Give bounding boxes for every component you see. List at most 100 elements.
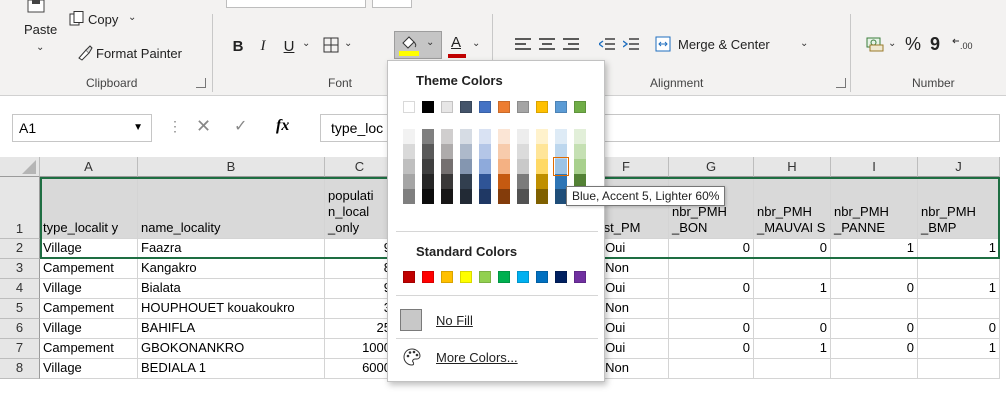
table-cell[interactable]: 1 (918, 239, 1000, 259)
row-header[interactable]: 5 (0, 299, 40, 319)
theme-shade-swatch[interactable] (441, 189, 453, 204)
column-header-h[interactable]: H (754, 157, 831, 177)
theme-shade-swatch[interactable] (517, 189, 529, 204)
theme-shade-swatch[interactable] (536, 189, 548, 204)
comma-style-button[interactable]: 9 (928, 33, 942, 55)
italic-button[interactable]: I (256, 36, 270, 56)
theme-shade-swatch[interactable] (422, 144, 434, 159)
theme-shade-swatch[interactable] (479, 174, 491, 189)
name-box[interactable]: A1 ▼ (12, 114, 152, 142)
table-cell[interactable]: Campement (40, 339, 138, 359)
header-cell[interactable]: nbr_PMH _MAUVAI S (754, 177, 831, 239)
merge-center-dropdown-icon[interactable]: ⌄ (800, 38, 808, 49)
theme-color-swatch[interactable] (403, 101, 415, 113)
theme-shade-swatch[interactable] (403, 174, 415, 189)
theme-shade-swatch[interactable] (422, 159, 434, 174)
accounting-format-icon[interactable] (866, 35, 884, 53)
column-header-g[interactable]: G (669, 157, 754, 177)
font-color-button[interactable]: A (448, 33, 464, 51)
table-cell[interactable]: Campement (40, 259, 138, 279)
theme-shade-swatch[interactable] (574, 159, 586, 174)
insert-function-icon[interactable]: fx (276, 117, 289, 135)
table-cell[interactable]: BEDIALA 1 (138, 359, 325, 379)
theme-shade-swatch[interactable] (460, 174, 472, 189)
row-header[interactable]: 8 (0, 359, 40, 379)
table-cell[interactable]: Bialata (138, 279, 325, 299)
table-cell[interactable]: BAHIFLA (138, 319, 325, 339)
theme-shade-swatch[interactable] (574, 144, 586, 159)
theme-shade-swatch[interactable] (536, 159, 548, 174)
copy-dropdown-icon[interactable]: ⌄ (128, 12, 136, 23)
theme-shade-swatch[interactable] (574, 129, 586, 144)
name-box-dropdown-icon[interactable]: ▼ (133, 122, 143, 133)
align-right-icon[interactable] (562, 35, 580, 53)
theme-shade-swatch[interactable] (479, 129, 491, 144)
table-cell[interactable] (669, 359, 754, 379)
table-cell[interactable] (831, 259, 918, 279)
table-cell[interactable] (831, 299, 918, 319)
row-header[interactable]: 3 (0, 259, 40, 279)
table-cell[interactable]: 0 (669, 279, 754, 299)
more-colors-option[interactable]: More Colors... (396, 344, 598, 370)
column-header-i[interactable]: I (831, 157, 918, 177)
theme-color-swatch[interactable] (574, 101, 586, 113)
theme-color-swatch[interactable] (422, 101, 434, 113)
increase-indent-icon[interactable] (622, 35, 640, 53)
fill-color-button[interactable]: ⌄ (394, 31, 442, 59)
header-cell[interactable]: name_locality (138, 177, 325, 239)
table-cell[interactable]: 8 (325, 259, 395, 279)
row-header[interactable]: 1 (0, 177, 40, 239)
theme-shade-swatch[interactable] (441, 159, 453, 174)
theme-shade-swatch[interactable] (441, 174, 453, 189)
theme-shade-swatch[interactable] (498, 174, 510, 189)
column-header-b[interactable]: B (138, 157, 325, 177)
table-cell[interactable]: 0 (669, 239, 754, 259)
paste-icon[interactable] (26, 0, 48, 14)
table-cell[interactable] (754, 299, 831, 319)
table-cell[interactable] (918, 359, 1000, 379)
paste-button[interactable]: Paste (24, 22, 57, 37)
no-fill-option[interactable]: No Fill (396, 307, 598, 333)
accounting-dropdown-icon[interactable]: ⌄ (888, 38, 896, 49)
table-cell[interactable]: 0 (669, 319, 754, 339)
standard-color-swatch[interactable] (441, 271, 453, 283)
theme-shade-swatch[interactable] (517, 174, 529, 189)
theme-color-swatch[interactable] (460, 101, 472, 113)
standard-color-swatch[interactable] (574, 271, 586, 283)
table-cell[interactable] (754, 359, 831, 379)
row-header[interactable]: 6 (0, 319, 40, 339)
header-cell[interactable]: type_localit y (40, 177, 138, 239)
table-cell[interactable]: Faazra (138, 239, 325, 259)
alignment-launcher-icon[interactable] (836, 78, 846, 88)
standard-color-swatch[interactable] (498, 271, 510, 283)
table-cell[interactable]: 0 (754, 239, 831, 259)
copy-icon[interactable] (68, 10, 86, 28)
table-cell[interactable]: 0 (831, 339, 918, 359)
theme-shade-swatch[interactable] (479, 159, 491, 174)
theme-color-swatch[interactable] (441, 101, 453, 113)
theme-shade-swatch[interactable] (441, 129, 453, 144)
theme-shade-swatch[interactable] (555, 129, 567, 144)
column-header-j[interactable]: J (918, 157, 1000, 177)
theme-shade-swatch[interactable] (460, 144, 472, 159)
table-cell[interactable] (754, 259, 831, 279)
standard-color-swatch[interactable] (536, 271, 548, 283)
standard-color-swatch[interactable] (403, 271, 415, 283)
standard-color-swatch[interactable] (555, 271, 567, 283)
header-cell[interactable]: populati n_local _only (325, 177, 395, 239)
theme-shade-swatch[interactable] (498, 159, 510, 174)
table-cell[interactable]: Kangakro (138, 259, 325, 279)
font-name-box[interactable] (226, 0, 366, 8)
theme-color-swatch[interactable] (536, 101, 548, 113)
table-cell[interactable] (669, 299, 754, 319)
theme-shade-swatch[interactable] (479, 144, 491, 159)
theme-shade-swatch[interactable] (403, 144, 415, 159)
select-all-corner[interactable] (0, 157, 40, 177)
theme-shade-swatch[interactable] (498, 129, 510, 144)
table-cell[interactable]: 1000 (325, 339, 395, 359)
table-cell[interactable]: 1 (918, 339, 1000, 359)
theme-shade-swatch[interactable] (460, 159, 472, 174)
table-cell[interactable]: 0 (669, 339, 754, 359)
font-color-dropdown-icon[interactable]: ⌄ (472, 38, 480, 49)
standard-color-swatch[interactable] (479, 271, 491, 283)
